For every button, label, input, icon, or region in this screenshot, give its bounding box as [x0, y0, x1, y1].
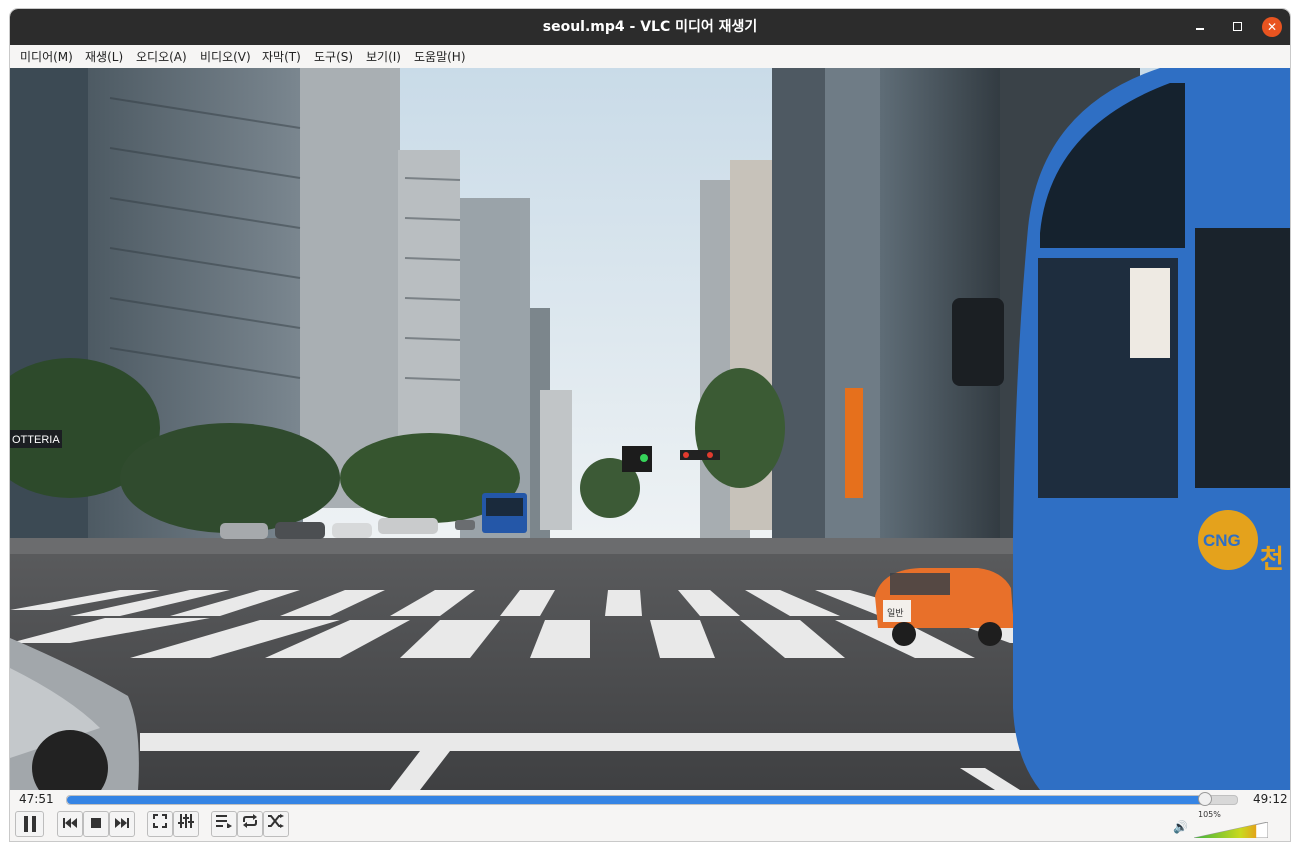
equalizer-icon	[178, 814, 194, 828]
taxi-sign: 일반	[887, 608, 904, 619]
menu-media[interactable]: 미디어(M)	[20, 48, 73, 65]
menu-help[interactable]: 도움말(H)	[414, 48, 466, 65]
volume-slider[interactable]	[1194, 822, 1268, 838]
loop-button[interactable]	[237, 811, 263, 837]
maximize-icon	[1233, 22, 1242, 31]
skip-forward-icon	[115, 818, 129, 828]
fullscreen-icon	[153, 814, 167, 828]
seek-handle[interactable]	[1198, 792, 1213, 806]
close-button[interactable]: ✕	[1262, 17, 1282, 37]
extended-settings-button[interactable]	[173, 811, 199, 837]
loop-icon	[243, 814, 257, 828]
pause-button[interactable]	[15, 811, 44, 837]
lotteria-sign: OTTERIA	[12, 434, 60, 446]
minimize-icon	[1196, 28, 1204, 30]
maximize-button[interactable]	[1228, 17, 1248, 37]
volume-label: 105%	[1198, 810, 1221, 819]
menu-audio[interactable]: 오디오(A)	[136, 48, 187, 65]
video-frame: OTTERIA 일반 CNG 천	[10, 68, 1290, 790]
video-display[interactable]: OTTERIA 일반 CNG 천	[10, 68, 1290, 790]
previous-button[interactable]	[57, 811, 83, 837]
skip-back-icon	[63, 818, 77, 828]
close-icon: ✕	[1266, 20, 1278, 34]
menu-bar: 미디어(M) 재생(L) 오디오(A) 비디오(V) 자막(T) 도구(S) 보…	[10, 45, 1290, 69]
stop-icon	[91, 818, 101, 828]
vlc-window: seoul.mp4 - VLC 미디어 재생기 ✕ 미디어(M) 재생(L) 오…	[10, 9, 1290, 841]
menu-tools[interactable]: 도구(S)	[314, 48, 353, 65]
elapsed-time[interactable]: 47:51	[19, 792, 54, 806]
minimize-button[interactable]	[1190, 17, 1210, 37]
title-bar[interactable]: seoul.mp4 - VLC 미디어 재생기 ✕	[10, 9, 1290, 45]
playlist-icon	[216, 815, 232, 829]
menu-video[interactable]: 비디오(V)	[200, 48, 251, 65]
pause-icon	[23, 816, 36, 832]
menu-subtitle[interactable]: 자막(T)	[262, 48, 301, 65]
speaker-icon[interactable]: 🔊	[1173, 820, 1188, 834]
playlist-button[interactable]	[211, 811, 237, 837]
menu-playback[interactable]: 재생(L)	[85, 48, 123, 65]
next-button[interactable]	[109, 811, 135, 837]
seek-progress	[67, 796, 1206, 804]
shuffle-button[interactable]	[263, 811, 289, 837]
window-title: seoul.mp4 - VLC 미디어 재생기	[542, 19, 758, 35]
stop-button[interactable]	[83, 811, 109, 837]
total-time[interactable]: 49:12	[1253, 792, 1288, 806]
control-bar: 🔊 105%	[10, 808, 1290, 841]
menu-view[interactable]: 보기(I)	[366, 48, 401, 65]
seek-row: 47:51 49:12	[10, 790, 1290, 808]
fullscreen-button[interactable]	[147, 811, 173, 837]
bus-cng-logo: CNG	[1203, 531, 1241, 550]
seek-slider[interactable]	[66, 792, 1238, 806]
bus-hangul-text: 천	[1260, 545, 1284, 575]
shuffle-icon	[268, 814, 284, 828]
